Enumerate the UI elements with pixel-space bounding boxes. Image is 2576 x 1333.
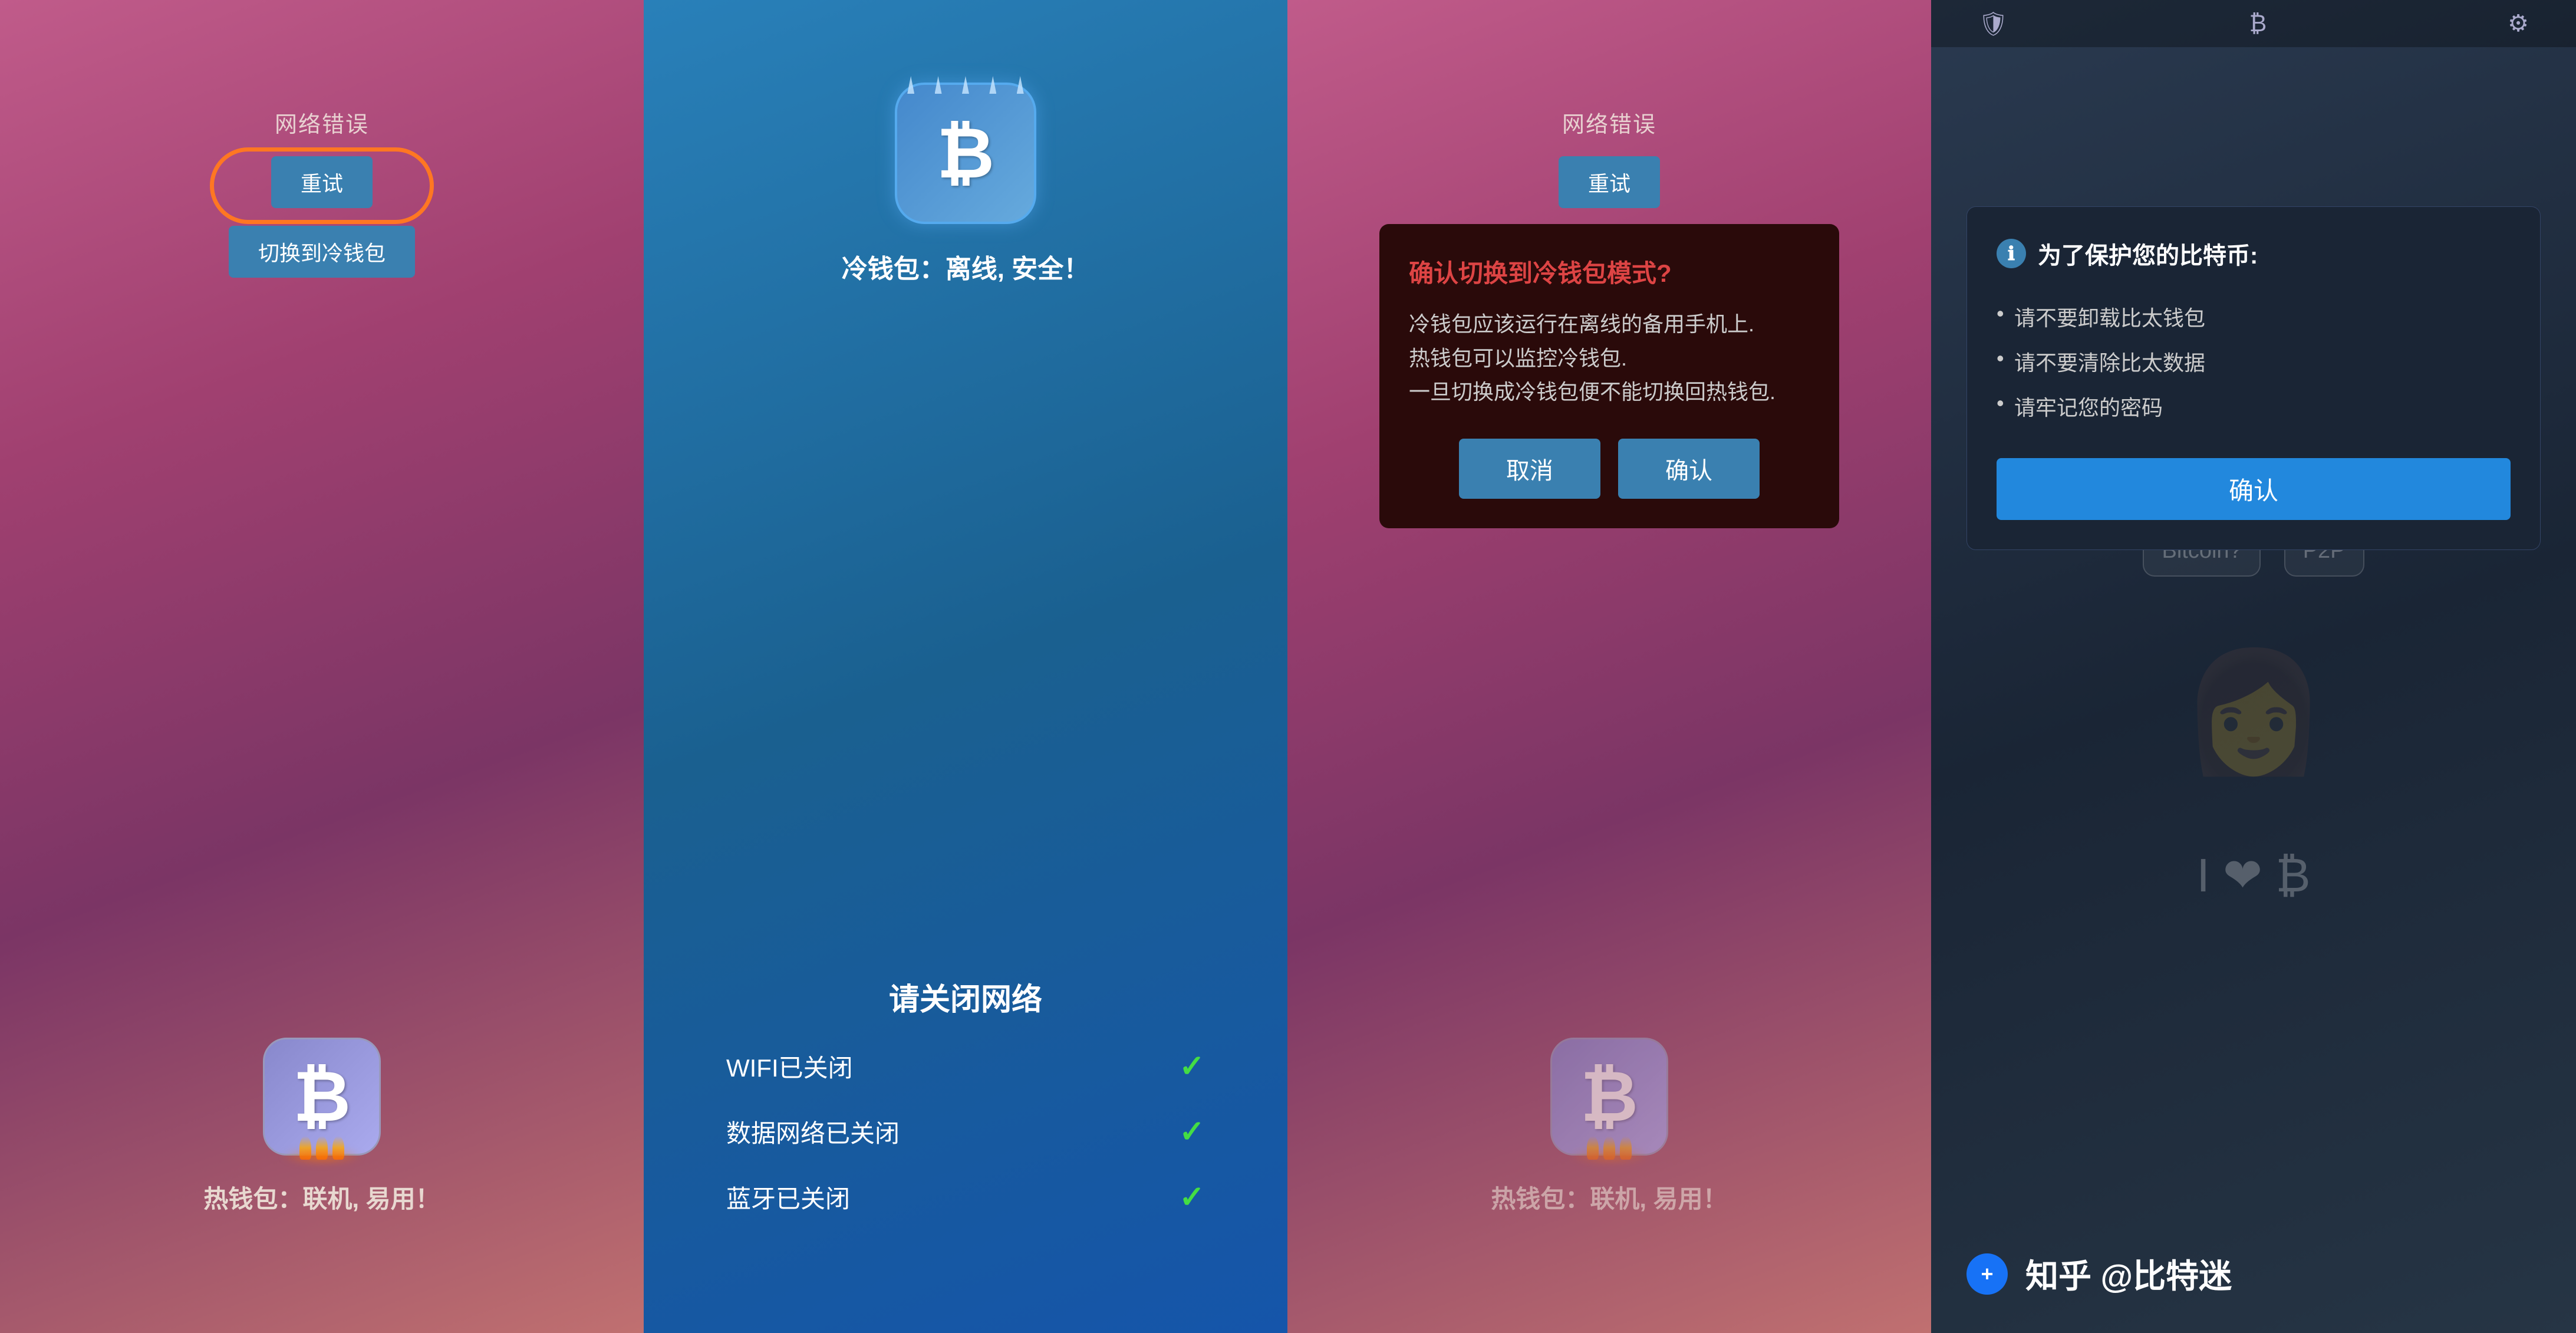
shield-icon: 🛡	[1978, 10, 2008, 38]
protection-list: 请不要卸载比太钱包 请不要清除比太数据 请牢记您的密码	[1997, 294, 2511, 429]
data-network-item: 数据网络已关闭 ✓	[714, 1114, 1217, 1150]
footer-text: 知乎 @比特迷	[2025, 1250, 2232, 1298]
girl-figure: 👩	[2165, 594, 2342, 830]
panel-3: 网络错误 重试 切换到冷钱包 确认切换到冷钱包模式? 冷钱包应该运行在离线的备用…	[1287, 0, 1931, 1333]
data-network-label: 数据网络已关闭	[726, 1114, 900, 1150]
wifi-check: ✓	[1179, 1049, 1205, 1084]
bluetooth-item: 蓝牙已关闭 ✓	[714, 1179, 1217, 1215]
hot-wallet-label-1: 热钱包：联机, 易用！	[203, 1179, 440, 1215]
footer: + 知乎 @比特迷	[1966, 1250, 2232, 1298]
bitcoin-symbol-cold: ₿	[937, 113, 994, 194]
flame-piece	[316, 1136, 328, 1160]
flame-piece	[332, 1136, 344, 1160]
protection-dialog: ℹ 为了保护您的比特币: 请不要卸载比太钱包 请不要清除比太数据 请牢记您的密码…	[1966, 206, 2541, 550]
panel-1: 网络错误 重试 切换到冷钱包 ₿ 热钱包：联机, 易用！	[0, 0, 644, 1333]
heart-bitcoin-text: I ❤ ₿	[2197, 848, 2311, 903]
flame-piece	[1620, 1136, 1632, 1160]
zhihu-logo: +	[1966, 1253, 2008, 1295]
topbar: 🛡 ₿ ⚙	[1931, 0, 2576, 47]
flame-piece	[1603, 1136, 1615, 1160]
ice-spike	[907, 76, 914, 94]
network-error-label-3: 网络错误	[1562, 106, 1656, 139]
flame-decoration-1	[299, 1136, 344, 1160]
panel3-bottom: ₿ 热钱包：联机, 易用！	[1491, 1038, 1727, 1215]
close-network-title: 请关闭网络	[714, 975, 1217, 1019]
hot-wallet-label-3: 热钱包：联机, 易用！	[1491, 1179, 1727, 1215]
dialog-title-3: 确认切换到冷钱包模式?	[1409, 254, 1810, 289]
ice-spike	[935, 76, 942, 94]
retry-button-3[interactable]: 重试	[1559, 156, 1660, 208]
flame-piece	[299, 1136, 311, 1160]
panel1-bottom: ₿ 热钱包：联机, 易用！	[203, 1038, 440, 1215]
protection-item-2: 请不要清除比太数据	[1997, 339, 2511, 384]
confirm-button-4[interactable]: 确认	[1997, 458, 2511, 520]
cold-wallet-label: 冷钱包：离线, 安全！	[842, 248, 1089, 285]
confirm-button-3[interactable]: 确认	[1618, 439, 1760, 499]
panel-4: 🛡 ₿ ⚙ Bitcoin? P2P 👩 I ❤ ₿ ℹ 为了保护您的比特币: …	[1931, 0, 2576, 1333]
protection-item-3: 请牢记您的密码	[1997, 384, 2511, 429]
cancel-button-3[interactable]: 取消	[1459, 439, 1600, 499]
bluetooth-label: 蓝牙已关闭	[726, 1179, 850, 1215]
bitcoin-symbol-1: ₿	[293, 1056, 351, 1137]
panel1-top: 网络错误 重试 切换到冷钱包	[229, 106, 415, 278]
hot-wallet-icon-1: ₿	[263, 1038, 381, 1156]
network-error-label-1: 网络错误	[275, 106, 369, 139]
hot-wallet-icon-3: ₿	[1550, 1038, 1668, 1156]
bluetooth-check: ✓	[1179, 1180, 1205, 1215]
flame-piece	[1587, 1136, 1599, 1160]
wifi-label: WIFI已关闭	[726, 1048, 853, 1084]
wifi-item: WIFI已关闭 ✓	[714, 1048, 1217, 1084]
cold-wallet-icon: ₿	[895, 83, 1036, 224]
protection-dialog-title: ℹ 为了保护您的比特币:	[1997, 236, 2511, 271]
dialog-buttons-3: 取消 确认	[1409, 439, 1810, 499]
panel-2: ₿ 冷钱包：离线, 安全！ 请关闭网络 WIFI已关闭 ✓ 数据网络已关闭 ✓ …	[644, 0, 1287, 1333]
ice-decoration	[897, 76, 1034, 94]
info-icon: ℹ	[1997, 239, 2026, 268]
retry-button-1[interactable]: 重试	[271, 156, 373, 208]
bitcoin-symbol-3: ₿	[1580, 1056, 1638, 1137]
protection-item-1: 请不要卸载比太钱包	[1997, 294, 2511, 339]
dialog-content-3: 冷钱包应该运行在离线的备用手机上. 热钱包可以监控冷钱包. 一旦切换成冷钱包便不…	[1409, 307, 1810, 409]
switch-to-cold-button-1[interactable]: 切换到冷钱包	[229, 226, 415, 278]
panel2-bottom: 请关闭网络 WIFI已关闭 ✓ 数据网络已关闭 ✓ 蓝牙已关闭 ✓	[679, 975, 1252, 1215]
flame-decoration-3	[1587, 1136, 1632, 1160]
confirm-dialog: 确认切换到冷钱包模式? 冷钱包应该运行在离线的备用手机上. 热钱包可以监控冷钱包…	[1379, 224, 1839, 528]
protection-title-text: 为了保护您的比特币:	[2038, 236, 2258, 271]
gear-icon: ⚙	[2508, 10, 2529, 37]
ice-spike	[962, 76, 969, 94]
panel2-top: ₿ 冷钱包：离线, 安全！	[842, 83, 1089, 285]
data-network-check: ✓	[1179, 1114, 1205, 1150]
bitcoin-icon: ₿	[2249, 11, 2267, 37]
ice-spike	[1017, 76, 1024, 94]
ice-spike	[989, 76, 996, 94]
